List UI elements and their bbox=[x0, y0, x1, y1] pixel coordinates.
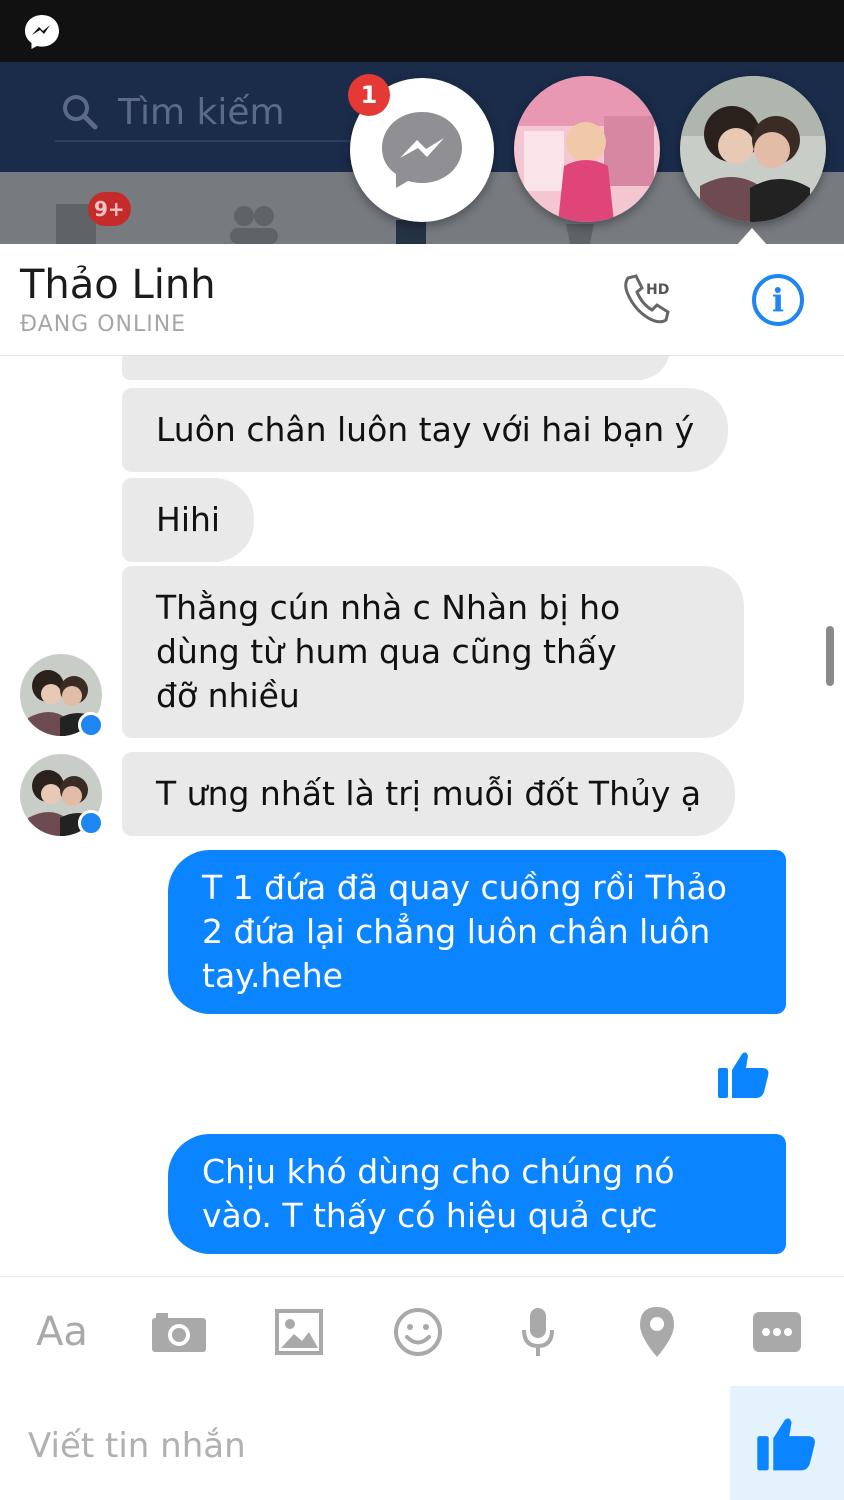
online-status: ĐANG ONLINE bbox=[20, 312, 187, 337]
message-input[interactable] bbox=[28, 1418, 668, 1474]
message-bubble-incoming[interactable]: Hihi bbox=[122, 478, 255, 562]
message-text: đỡ nhiều bbox=[156, 676, 300, 715]
info-button[interactable]: i bbox=[752, 274, 804, 326]
contact-name: Thảo Linh bbox=[20, 262, 216, 308]
location-button[interactable] bbox=[636, 1304, 678, 1360]
status-bar bbox=[0, 0, 844, 62]
message-bubble-incoming[interactable]: Thằng cún nhà c Nhàn bị ho dùng từ hum q… bbox=[122, 566, 744, 738]
microphone-icon bbox=[522, 1308, 554, 1356]
message-text: Luôn chân luôn tay với hai bạn ý bbox=[156, 410, 695, 449]
like-sticker-icon[interactable] bbox=[716, 1046, 772, 1102]
friends-icon bbox=[230, 206, 278, 244]
message-text: Thằng cún nhà c Nhàn bị ho bbox=[156, 588, 621, 627]
chat-head-baby-avatar[interactable] bbox=[514, 76, 660, 222]
voice-button[interactable] bbox=[518, 1304, 558, 1360]
messenger-icon bbox=[25, 15, 59, 49]
more-button[interactable] bbox=[752, 1304, 802, 1360]
hd-call-button[interactable]: HD bbox=[620, 272, 680, 328]
couple-photo-avatar bbox=[680, 76, 826, 222]
unread-count-badge: 1 bbox=[348, 74, 390, 116]
message-bubble-incoming[interactable]: T ưng nhất là trị muỗi đốt Thủy ạ bbox=[122, 752, 736, 836]
message-text: tay.hehe bbox=[202, 956, 343, 995]
message-text: T 1 đứa đã quay cuồng rồi Thảo bbox=[202, 868, 727, 907]
chat-head-couple-avatar[interactable] bbox=[680, 76, 826, 222]
notification-badge: 9+ bbox=[88, 192, 131, 226]
text-size-button[interactable]: Aa bbox=[30, 1304, 94, 1360]
camera-button[interactable] bbox=[150, 1304, 208, 1360]
message-bubble-outgoing[interactable]: Chịu khó dùng cho chúng nó vào. T thấy c… bbox=[168, 1134, 786, 1254]
background-search: Tìm kiếm bbox=[60, 84, 360, 140]
message-text: vào. T thấy có hiệu quả cực bbox=[202, 1196, 658, 1235]
location-icon bbox=[640, 1307, 674, 1357]
search-placeholder: Tìm kiếm bbox=[118, 91, 285, 133]
phone-icon bbox=[624, 274, 670, 324]
message-bubble-partial bbox=[122, 356, 670, 380]
message-thread[interactable]: Luôn chân luôn tay với hai bạn ý Hihi Th… bbox=[0, 356, 844, 1276]
gallery-icon bbox=[275, 1309, 323, 1355]
hd-label: HD bbox=[646, 282, 670, 298]
more-icon bbox=[753, 1312, 801, 1352]
messenger-badge-icon bbox=[78, 712, 104, 738]
message-bubble-incoming[interactable]: Luôn chân luôn tay với hai bạn ý bbox=[122, 388, 729, 472]
search-icon bbox=[63, 95, 98, 130]
baby-photo-avatar bbox=[514, 76, 660, 222]
camera-icon bbox=[152, 1313, 206, 1352]
emoji-icon bbox=[394, 1308, 442, 1356]
emoji-button[interactable] bbox=[392, 1304, 444, 1360]
messenger-badge-icon bbox=[78, 810, 104, 836]
send-like-button[interactable] bbox=[730, 1386, 844, 1500]
message-text: Hihi bbox=[156, 500, 221, 539]
thumbs-up-icon bbox=[757, 1418, 815, 1471]
thread-scrollbar[interactable] bbox=[826, 626, 834, 686]
message-text: Chịu khó dùng cho chúng nó bbox=[202, 1152, 675, 1191]
search-underline bbox=[55, 140, 365, 142]
message-text: dùng từ hum qua cũng thấy bbox=[156, 632, 617, 671]
message-text: 2 đứa lại chẳng luôn chân luôn bbox=[202, 912, 711, 951]
info-icon: i bbox=[771, 281, 785, 319]
message-text: T ưng nhất là trị muỗi đốt Thủy ạ bbox=[156, 774, 702, 813]
gallery-button[interactable] bbox=[274, 1304, 324, 1360]
message-bubble-outgoing[interactable]: T 1 đứa đã quay cuồng rồi Thảo 2 đứa lại… bbox=[168, 850, 786, 1014]
